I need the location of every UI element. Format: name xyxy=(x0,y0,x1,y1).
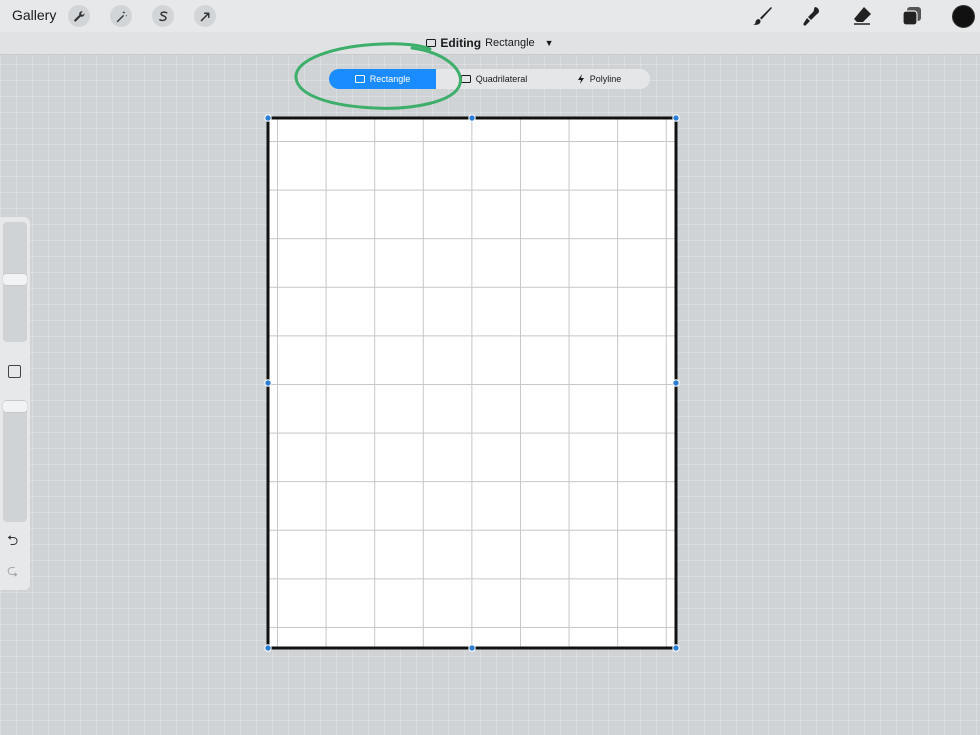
editing-shape-name: Rectangle xyxy=(485,37,535,49)
handle-bottom-center[interactable] xyxy=(468,644,476,652)
handle-top-left[interactable] xyxy=(264,114,272,122)
caret-down-icon: ▼ xyxy=(544,38,554,48)
smudge-icon[interactable] xyxy=(800,4,824,28)
color-picker-button[interactable] xyxy=(952,5,975,28)
rectangle-icon xyxy=(426,39,437,47)
editing-shape-menu[interactable]: Editing Rectangle ▼ xyxy=(0,36,980,50)
mode-rectangle-button[interactable]: Rectangle xyxy=(329,69,436,89)
magic-wand-icon[interactable] xyxy=(110,5,132,27)
handle-top-center[interactable] xyxy=(468,114,476,122)
editing-bar: Editing Rectangle ▼ xyxy=(0,32,980,55)
handle-top-right[interactable] xyxy=(672,114,680,122)
layers-icon[interactable] xyxy=(900,4,924,28)
editing-label: Editing xyxy=(440,36,482,50)
mode-polyline-label: Polyline xyxy=(589,74,622,84)
opacity-thumb[interactable] xyxy=(3,401,27,413)
handle-bottom-left[interactable] xyxy=(264,644,272,652)
redo-icon[interactable]: ⮎ xyxy=(7,560,18,584)
eraser-icon[interactable] xyxy=(850,4,874,28)
selection-s-icon[interactable] xyxy=(152,5,174,27)
left-sidebar: ⮌ ⮎ xyxy=(0,217,30,590)
top-toolbar: Gallery xyxy=(0,0,980,32)
shape-mode-selector: Rectangle Quadrilateral Polyline xyxy=(329,69,650,89)
gallery-button[interactable]: Gallery xyxy=(12,7,56,23)
mode-quadrilateral-label: Quadrilateral xyxy=(475,74,528,84)
brush-size-thumb[interactable] xyxy=(3,274,27,285)
mode-polyline-button[interactable]: Polyline xyxy=(549,69,649,89)
brush-icon[interactable] xyxy=(750,4,774,28)
mode-rectangle-label: Rectangle xyxy=(369,74,411,84)
handle-middle-left[interactable] xyxy=(264,379,272,387)
polyline-icon xyxy=(577,74,584,84)
rectangle-shape[interactable] xyxy=(262,112,682,656)
quadrilateral-icon xyxy=(460,75,471,83)
opacity-slider[interactable] xyxy=(3,400,27,522)
handle-middle-right[interactable] xyxy=(672,379,680,387)
mode-quadrilateral-button[interactable]: Quadrilateral xyxy=(447,69,541,89)
undo-icon[interactable]: ⮌ xyxy=(7,530,18,554)
wrench-icon[interactable] xyxy=(68,5,90,27)
handle-bottom-right[interactable] xyxy=(672,644,680,652)
rectangle-icon xyxy=(354,75,365,83)
arrow-icon[interactable] xyxy=(194,5,216,27)
square-modify-icon[interactable] xyxy=(8,365,21,378)
